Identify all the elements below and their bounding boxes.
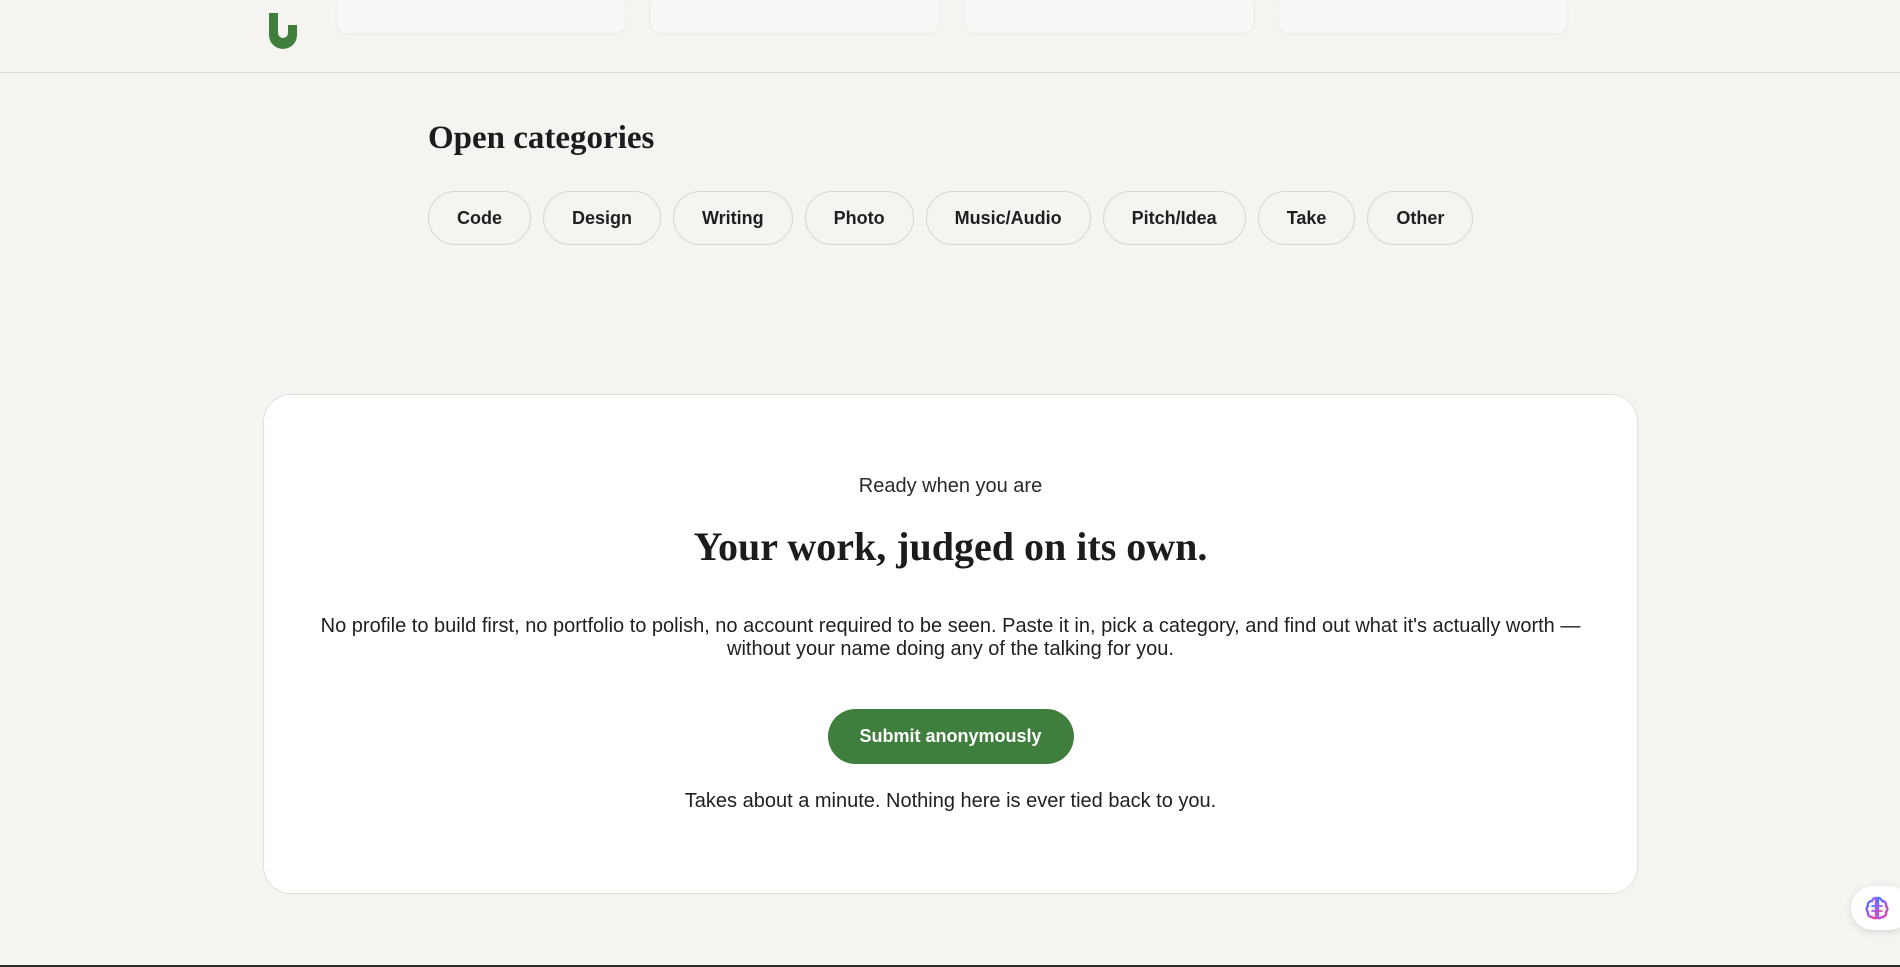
category-chip-writing[interactable]: Writing [673, 191, 793, 245]
cta-footnote: Takes about a minute. Nothing here is ev… [684, 790, 1217, 812]
nav-placeholder [1278, 0, 1568, 34]
nav-placeholder [964, 0, 1254, 34]
category-chip-take[interactable]: Take [1257, 191, 1356, 245]
categories-title: Open categories [428, 120, 655, 156]
category-chip-music-audio[interactable]: Music/Audio [925, 191, 1091, 245]
cta-body: No profile to build first, no portfolio … [320, 615, 1581, 660]
category-chip-design[interactable]: Design [543, 191, 662, 245]
cta-eyebrow: Ready when you are [858, 475, 1043, 497]
cta-heading: Your work, judged on its own. [693, 524, 1208, 569]
cta-card: Ready when you are Your work, judged on … [263, 394, 1638, 894]
nav-placeholder [336, 0, 626, 34]
category-chip-other[interactable]: Other [1367, 191, 1474, 245]
u-logo-icon[interactable] [267, 9, 299, 51]
category-chip-photo[interactable]: Photo [804, 191, 914, 245]
brain-icon [1865, 896, 1889, 920]
assistant-widget-button[interactable] [1851, 886, 1900, 930]
category-chip-list: Code Design Writing Photo Music/Audio Pi… [428, 191, 1474, 245]
submit-anonymously-button[interactable]: Submit anonymously [827, 709, 1074, 764]
nav-placeholder [650, 0, 940, 34]
category-chip-pitch-idea[interactable]: Pitch/Idea [1102, 191, 1246, 245]
category-chip-code[interactable]: Code [428, 191, 531, 245]
site-header [0, 0, 1900, 73]
